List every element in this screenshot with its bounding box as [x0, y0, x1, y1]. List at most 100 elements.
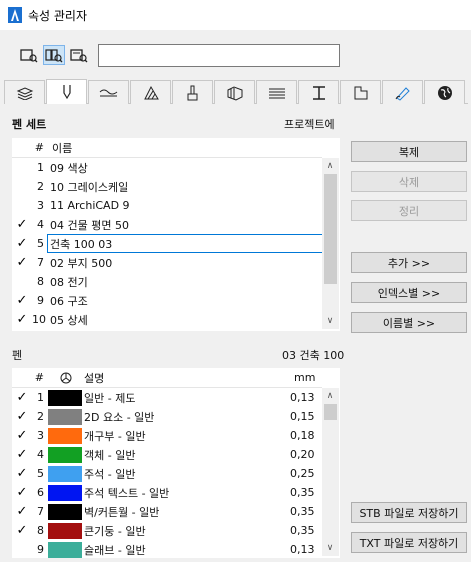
- tab-profiles[interactable]: [256, 80, 297, 104]
- scroll-up-icon[interactable]: ∧: [322, 160, 338, 172]
- tab-brush[interactable]: [172, 80, 213, 104]
- search-input[interactable]: [98, 44, 340, 67]
- layers-icon: [16, 86, 33, 100]
- pensets-list-header: # 이름: [12, 138, 322, 158]
- pen-color-swatch[interactable]: [48, 503, 82, 520]
- add-button[interactable]: 추가 >>: [351, 252, 467, 273]
- pen-num: 1: [37, 391, 44, 404]
- check-icon[interactable]: ✓: [12, 466, 32, 481]
- details-view-icon: [70, 49, 88, 63]
- pen-description: 주석 텍스트 - 일반: [84, 486, 170, 500]
- pen-row[interactable]: ✓ 2 2D 요소 - 일반 0,15: [12, 407, 322, 426]
- pen-row[interactable]: ✓ 3 개구부 - 일반 0,18: [12, 426, 322, 445]
- tab-layers[interactable]: [4, 80, 45, 104]
- composite-icon: [227, 85, 242, 101]
- save-txt-button[interactable]: TXT 파일로 저장하기: [351, 532, 467, 553]
- pen-width-mm: 0,35: [290, 524, 315, 537]
- check-icon[interactable]: ✓: [12, 293, 32, 308]
- view-list-button[interactable]: [18, 45, 40, 65]
- penset-row[interactable]: 8 08 전기: [12, 272, 322, 291]
- scroll-down-icon[interactable]: ∨: [322, 315, 338, 327]
- pens-right-label: 03 건축 100: [282, 349, 345, 362]
- pen-color-swatch[interactable]: [48, 446, 82, 463]
- penset-num: 7: [37, 256, 44, 269]
- pen-num: 6: [37, 486, 44, 499]
- check-icon[interactable]: ✓: [12, 409, 32, 424]
- pens-scrollbar[interactable]: ∧ ∨: [322, 388, 339, 556]
- penset-name: 09 색상: [50, 161, 88, 175]
- pen-color-swatch[interactable]: [48, 522, 82, 539]
- tab-globe[interactable]: [424, 80, 465, 104]
- penset-num: 8: [37, 275, 44, 288]
- pens-list[interactable]: # 설명 mm ✓ 1 일반 - 제도 0,13 ✓ 2 2D 요소 - 일반 0,15 ✓ 3 개…: [12, 368, 340, 558]
- check-icon[interactable]: ✓: [12, 428, 32, 443]
- penset-row[interactable]: ✓ 10 05 상세: [12, 310, 322, 329]
- tab-pens[interactable]: [46, 79, 87, 104]
- penset-row[interactable]: 1 09 색상: [12, 158, 322, 177]
- check-icon[interactable]: ✓: [12, 217, 32, 232]
- color-wheel-icon: [60, 372, 72, 383]
- penset-name: 06 구조: [50, 294, 88, 308]
- pensets-list[interactable]: # 이름 1 09 색상 2 10 그레이스케일 3 11 ArchiCAD 9 ✓ 4 04 …: [12, 138, 340, 331]
- view-details-button[interactable]: [68, 45, 90, 65]
- pen-color-swatch[interactable]: [48, 408, 82, 425]
- tab-fills[interactable]: [130, 80, 171, 104]
- penset-row[interactable]: 3 11 ArchiCAD 9: [12, 196, 322, 215]
- check-icon[interactable]: ✓: [12, 447, 32, 462]
- profile-icon: [268, 88, 285, 98]
- penset-row[interactable]: ✓ 5 건축 100 03: [12, 234, 323, 253]
- check-icon[interactable]: ✓: [12, 523, 32, 538]
- tab-zones[interactable]: [298, 80, 339, 104]
- pen-color-swatch[interactable]: [48, 484, 82, 501]
- check-icon[interactable]: ✓: [12, 255, 32, 270]
- duplicate-button[interactable]: 복제: [351, 141, 467, 162]
- pen-row[interactable]: ✓ 7 벽/커튼월 - 일반 0,35: [12, 502, 322, 521]
- pens-list-header: # 설명 mm: [12, 368, 322, 388]
- pen-color-swatch[interactable]: [48, 389, 82, 406]
- tab-paint[interactable]: [382, 80, 423, 104]
- penset-name: 02 부지 500: [50, 256, 113, 270]
- pen-row[interactable]: 9 슬래브 - 일반 0,13: [12, 540, 322, 559]
- tab-surfaces[interactable]: [340, 80, 381, 104]
- pensets-scrollbar[interactable]: ∧ ∨: [322, 158, 339, 329]
- pen-row[interactable]: ✓ 4 객체 - 일반 0,20: [12, 445, 322, 464]
- pen-num: 2: [37, 410, 44, 423]
- by-index-button[interactable]: 인덱스별 >>: [351, 282, 467, 303]
- check-icon[interactable]: ✓: [12, 236, 32, 251]
- pen-row[interactable]: ✓ 6 주석 텍스트 - 일반 0,35: [12, 483, 322, 502]
- penset-num: 5: [37, 237, 44, 250]
- pen-row[interactable]: ✓ 8 큰기둥 - 일반 0,35: [12, 521, 322, 540]
- penset-row[interactable]: ✓ 9 06 구조: [12, 291, 322, 310]
- pen-row[interactable]: ✓ 1 일반 - 제도 0,13: [12, 388, 322, 407]
- tab-line-types[interactable]: [88, 80, 129, 104]
- tab-composites[interactable]: [214, 80, 255, 104]
- pen-color-swatch[interactable]: [48, 427, 82, 444]
- archicad-logo-icon: [8, 7, 22, 23]
- pen-color-swatch[interactable]: [48, 465, 82, 482]
- scroll-down-icon[interactable]: ∨: [322, 542, 338, 554]
- pen-color-swatch[interactable]: [48, 541, 82, 558]
- pens-col-desc: 설명: [84, 371, 105, 385]
- check-icon[interactable]: ✓: [12, 312, 32, 327]
- delete-button[interactable]: 삭제: [351, 171, 467, 192]
- penset-row[interactable]: ✓ 7 02 부지 500: [12, 253, 322, 272]
- penset-num: 2: [37, 180, 44, 193]
- penset-row[interactable]: ✓ 4 04 건물 평면 50: [12, 215, 322, 234]
- scroll-thumb[interactable]: [324, 404, 337, 420]
- check-icon[interactable]: ✓: [12, 390, 32, 405]
- penset-name: 10 그레이스케일: [50, 180, 129, 194]
- pen-num: 3: [37, 429, 44, 442]
- penset-row[interactable]: 2 10 그레이스케일: [12, 177, 322, 196]
- view-icons-button[interactable]: [43, 45, 65, 65]
- scroll-up-icon[interactable]: ∧: [322, 390, 338, 402]
- scroll-thumb[interactable]: [324, 174, 337, 284]
- check-icon[interactable]: ✓: [12, 504, 32, 519]
- check-icon[interactable]: ✓: [12, 485, 32, 500]
- save-stb-button[interactable]: STB 파일로 저장하기: [351, 502, 467, 523]
- title-bar: 속성 관리자: [0, 0, 471, 30]
- pen-num: 9: [37, 543, 44, 556]
- pen-row[interactable]: ✓ 5 주석 - 일반 0,25: [12, 464, 322, 483]
- window-title: 속성 관리자: [28, 9, 88, 23]
- by-name-button[interactable]: 이름별 >>: [351, 312, 467, 333]
- cleanup-button[interactable]: 정리: [351, 200, 467, 221]
